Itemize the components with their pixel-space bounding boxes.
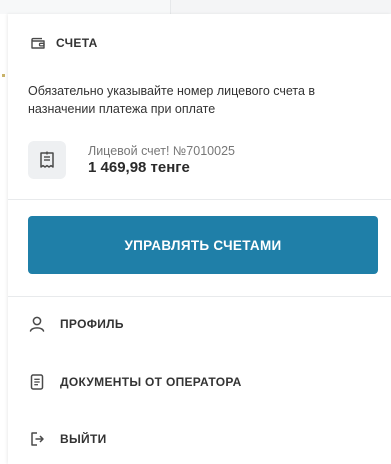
top-strip-segment [0, 0, 171, 14]
menu-item-profile-label: ПРОФИЛЬ [60, 317, 124, 331]
menu-item-logout-label: ВЫЙТИ [60, 432, 107, 446]
account-row: Лицевой счет! №7010025 1 469,98 тенге [28, 141, 235, 179]
accounts-section-header: СЧЕТА [30, 35, 98, 51]
account-balance: 1 469,98 тенге [88, 159, 190, 176]
user-icon [29, 316, 45, 332]
menu-item-logout[interactable]: ВЫЙТИ [28, 430, 107, 448]
manage-accounts-button[interactable]: УПРАВЛЯТЬ СЧЕТАМИ [28, 216, 378, 274]
account-text: Лицевой счет! №7010025 1 469,98 тенге [88, 143, 235, 177]
menu-item-documents[interactable]: ДОКУМЕНТЫ ОТ ОПЕРАТОРА [28, 373, 242, 391]
menu-item-documents-label: ДОКУМЕНТЫ ОТ ОПЕРАТОРА [60, 375, 242, 389]
accounts-title: СЧЕТА [56, 36, 98, 50]
logout-icon [31, 432, 44, 446]
payment-note: Обязательно указывайте номер лицевого сч… [28, 84, 316, 116]
wallet-icon [31, 37, 45, 49]
receipt-icon [40, 151, 54, 168]
menu-item-profile[interactable]: ПРОФИЛЬ [28, 315, 124, 333]
document-icon [30, 374, 44, 390]
section-divider [8, 199, 391, 200]
top-strip [0, 0, 391, 14]
edge-mark [2, 74, 5, 77]
account-icon-box [28, 141, 66, 179]
account-number: Лицевой счет! №7010025 [88, 144, 235, 158]
section-divider [8, 296, 391, 297]
